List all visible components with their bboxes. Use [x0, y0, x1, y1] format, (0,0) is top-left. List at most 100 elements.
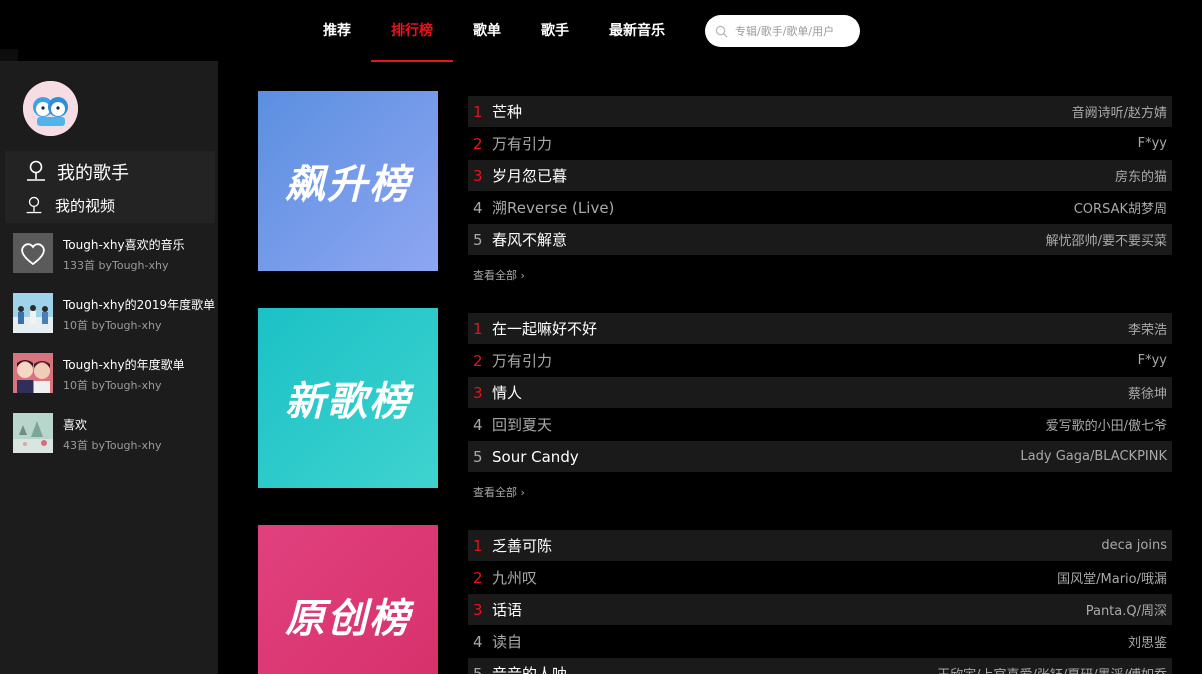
my-videos-label: 我的视频 — [55, 197, 116, 215]
track-rank: 2 — [473, 134, 483, 153]
playlist-item[interactable]: Tough-xhy的年度歌单 10首 byTough-xhy — [13, 353, 213, 393]
nav-tab-recommend[interactable]: 推荐 — [318, 0, 356, 60]
track-title: 话语 — [492, 601, 523, 619]
chart-new-songs: 新歌榜 1 在一起嘛好不好 李荣浩 2 万有引力 F*yy 3 情人 蔡徐坤 4… — [258, 308, 1172, 508]
playlist-subtitle: 133首 byTough-xhy — [63, 259, 169, 272]
track-artist[interactable]: 李荣浩 — [1128, 319, 1167, 338]
track-rank: 3 — [473, 600, 483, 619]
search-box[interactable] — [705, 15, 860, 47]
track-row[interactable]: 4 回到夏天 爱写歌的小田/傲七爷 — [468, 409, 1172, 440]
chart-cover[interactable]: 原创榜 — [258, 525, 438, 674]
track-row[interactable]: 3 情人 蔡徐坤 — [468, 377, 1172, 408]
track-rank: 1 — [473, 536, 483, 555]
playlist-item[interactable]: 喜欢 43首 byTough-xhy — [13, 413, 213, 453]
track-rank: 1 — [473, 319, 483, 338]
window-edge — [0, 49, 18, 61]
playlist-title: Tough-xhy的年度歌单 — [63, 358, 185, 372]
track-row[interactable]: 1 芒种 音阙诗听/赵方婧 — [468, 96, 1172, 127]
track-row[interactable]: 5 Sour Candy Lady Gaga/BLACKPINK — [468, 441, 1172, 472]
playlist-item[interactable]: Tough-xhy的2019年度歌单 10首 byTough-xhy — [13, 293, 216, 333]
track-title: 万有引力 — [492, 135, 553, 153]
track-artist[interactable]: CORSAK胡梦周 — [1074, 198, 1167, 217]
track-title: 春风不解意 — [492, 231, 568, 249]
nav-tab-playlists[interactable]: 歌单 — [468, 0, 506, 60]
track-row[interactable]: 1 在一起嘛好不好 李荣浩 — [468, 313, 1172, 344]
my-music-box: 我的歌手 我的视频 — [5, 151, 215, 223]
nav-tab-new-music[interactable]: 最新音乐 — [604, 0, 670, 60]
track-title: 溯Reverse (Live) — [492, 199, 615, 217]
track-title: Sour Candy — [492, 447, 579, 466]
track-artist[interactable]: 王欣宇/上官喜爱/张钰/夏研/墨渓/傅如乔 — [937, 664, 1167, 674]
nav-tab-singers[interactable]: 歌手 — [536, 0, 574, 60]
track-artist[interactable]: 蔡徐坤 — [1128, 383, 1167, 402]
track-title: 万有引力 — [492, 352, 553, 370]
my-videos-link[interactable]: 我的视频 — [25, 195, 115, 216]
avatar-image — [23, 81, 78, 136]
track-artist[interactable]: F*yy — [1138, 136, 1167, 151]
search-icon — [715, 25, 728, 38]
track-rank: 5 — [473, 664, 483, 674]
nav-tab-charts[interactable]: 排行榜 — [371, 0, 453, 62]
sidebar: 我的歌手 我的视频 Tough-xhy喜欢的音乐 133首 byTough-xh… — [0, 61, 218, 674]
track-artist[interactable]: Panta.Q/周深 — [1086, 600, 1167, 619]
track-title: 乏善可陈 — [492, 537, 553, 555]
track-title: 回到夏天 — [492, 416, 553, 434]
track-artist[interactable]: deca joins — [1101, 538, 1167, 553]
playlist-cover — [13, 413, 53, 453]
track-row[interactable]: 5 春风不解意 解忧邵帅/要不要买菜 — [468, 224, 1172, 255]
track-rank: 4 — [473, 415, 483, 434]
my-singers-link[interactable]: 我的歌手 — [25, 159, 129, 185]
track-title: 音音的人呐 — [492, 665, 568, 674]
track-artist[interactable]: F*yy — [1138, 353, 1167, 368]
track-rank: 2 — [473, 351, 483, 370]
chart-cover-title: 新歌榜 — [285, 379, 411, 425]
playlist-title: 喜欢 — [63, 418, 88, 432]
playlist-subtitle: 43首 byTough-xhy — [63, 439, 162, 452]
track-rank: 3 — [473, 166, 483, 185]
track-row[interactable]: 4 读自 刘思鉴 — [468, 626, 1172, 657]
track-artist[interactable]: Lady Gaga/BLACKPINK — [1020, 449, 1167, 464]
chart-cover-title: 飙升榜 — [285, 162, 411, 208]
playlist-subtitle: 10首 byTough-xhy — [63, 319, 162, 332]
track-artist[interactable]: 国风堂/Mario/哦漏 — [1057, 568, 1167, 587]
playlist-cover — [13, 233, 53, 273]
track-artist[interactable]: 刘思鉴 — [1128, 632, 1167, 651]
track-rank: 4 — [473, 632, 483, 651]
see-all-link[interactable]: 查看全部 › — [473, 484, 525, 500]
track-artist[interactable]: 房东的猫 — [1115, 166, 1167, 185]
playlist-title: Tough-xhy喜欢的音乐 — [63, 238, 185, 252]
chart-cover-title: 原创榜 — [285, 596, 411, 642]
track-artist[interactable]: 解忧邵帅/要不要买菜 — [1046, 230, 1167, 249]
track-rank: 5 — [473, 230, 483, 249]
playlist-item[interactable]: Tough-xhy喜欢的音乐 133首 byTough-xhy — [13, 233, 213, 273]
track-row[interactable]: 2 万有引力 F*yy — [468, 128, 1172, 159]
search-input[interactable] — [735, 15, 853, 47]
chart-cover[interactable]: 新歌榜 — [258, 308, 438, 488]
track-row[interactable]: 1 乏善可陈 deca joins — [468, 530, 1172, 561]
playlist-subtitle: 10首 byTough-xhy — [63, 379, 162, 392]
user-icon — [27, 160, 45, 181]
my-singers-label: 我的歌手 — [57, 163, 129, 184]
track-rank: 1 — [473, 102, 483, 121]
track-rank: 2 — [473, 568, 483, 587]
track-row[interactable]: 5 音音的人呐 王欣宇/上官喜爱/张钰/夏研/墨渓/傅如乔 — [468, 658, 1172, 674]
playlist-title: Tough-xhy的2019年度歌单 — [63, 298, 216, 312]
chart-original: 原创榜 1 乏善可陈 deca joins 2 九州叹 国风堂/Mario/哦漏… — [258, 525, 1172, 674]
track-artist[interactable]: 音阙诗听/赵方婧 — [1072, 102, 1167, 121]
playlist-cover — [13, 353, 53, 393]
track-row[interactable]: 3 话语 Panta.Q/周深 — [468, 594, 1172, 625]
heart-icon — [13, 233, 53, 273]
track-artist[interactable]: 爱写歌的小田/傲七爷 — [1046, 415, 1167, 434]
playlist-cover — [13, 293, 53, 333]
track-title: 九州叹 — [492, 569, 538, 587]
track-rank: 5 — [473, 447, 483, 466]
track-row[interactable]: 3 岁月忽已暮 房东的猫 — [468, 160, 1172, 191]
avatar[interactable] — [23, 81, 78, 136]
track-title: 芒种 — [492, 103, 523, 121]
track-title: 在一起嘛好不好 — [492, 320, 598, 338]
chart-cover[interactable]: 飙升榜 — [258, 91, 438, 271]
track-row[interactable]: 4 溯Reverse (Live) CORSAK胡梦周 — [468, 192, 1172, 223]
track-row[interactable]: 2 九州叹 国风堂/Mario/哦漏 — [468, 562, 1172, 593]
track-row[interactable]: 2 万有引力 F*yy — [468, 345, 1172, 376]
see-all-link[interactable]: 查看全部 › — [473, 267, 525, 283]
